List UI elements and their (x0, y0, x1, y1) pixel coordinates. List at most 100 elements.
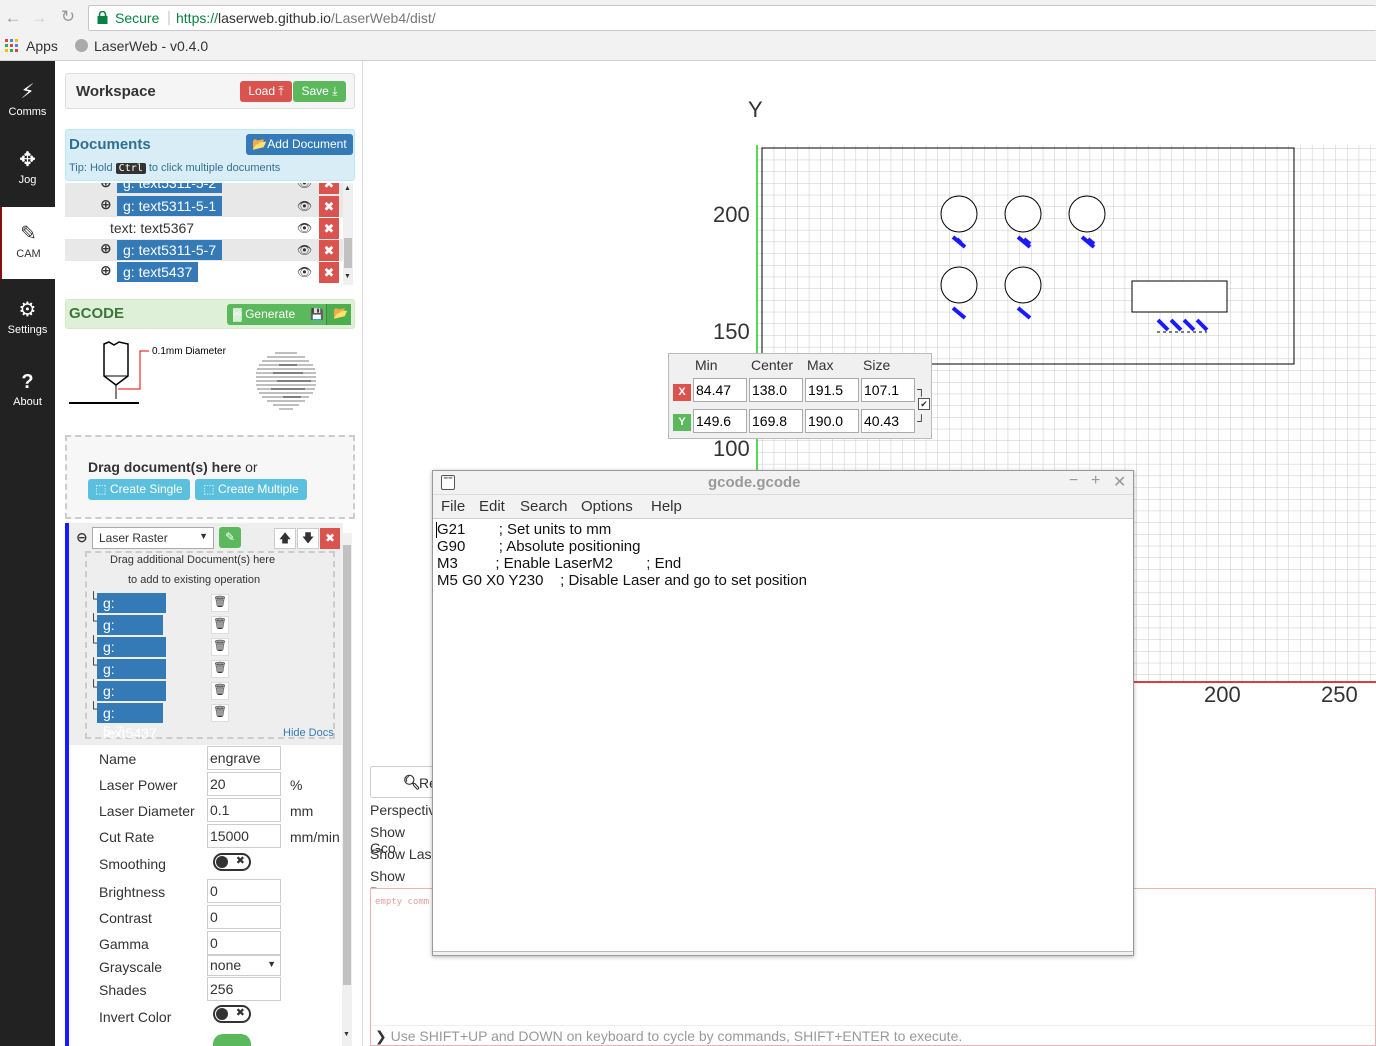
editor-titlebar[interactable]: ≡≡ gcode.gcode − + ✕ (433, 471, 1133, 495)
trash-icon[interactable]: 🗑 (211, 660, 229, 678)
y-min-input[interactable] (693, 409, 747, 433)
reload-icon[interactable]: ↻ (59, 7, 77, 27)
bookmark-apps[interactable]: Apps (26, 38, 58, 54)
menu-file[interactable]: File (441, 498, 465, 515)
bookmark-laserweb[interactable]: LaserWeb - v0.4.0 (94, 38, 210, 54)
menu-help[interactable]: Help (651, 498, 682, 515)
maximize-icon[interactable]: + (1091, 472, 1100, 490)
sidebar-item-jog[interactable]: ✥ Jog (0, 133, 55, 205)
url-text[interactable]: https://laserweb.github.io/LaserWeb4/dis… (176, 10, 436, 26)
apps-grid-icon[interactable] (5, 39, 19, 53)
expand-icon[interactable]: ⊕ (100, 240, 112, 257)
expand-icon[interactable]: ⊕ (100, 196, 112, 213)
document-tag[interactable]: g: text5311-5-2 (117, 183, 223, 193)
remove-document-button[interactable]: ✖ (319, 196, 339, 217)
create-single-button[interactable]: ⬚ Create Single (88, 479, 190, 500)
menu-edit[interactable]: Edit (479, 498, 505, 515)
laser-diameter-input[interactable] (207, 798, 281, 822)
create-multiple-button[interactable]: ⬚ Create Multiple (195, 479, 307, 500)
cut-rate-input[interactable] (207, 824, 281, 848)
y-size-input[interactable] (861, 409, 915, 433)
floppy-icon[interactable]: 💾 (310, 308, 324, 321)
sidebar-item-settings[interactable]: ⚙ Settings (0, 281, 55, 353)
partial-toggle[interactable] (213, 1034, 251, 1046)
scroll-up-icon[interactable]: ▲ (344, 185, 351, 192)
load-button[interactable]: Load ⤒ (240, 81, 292, 102)
gamma-input[interactable] (207, 931, 281, 955)
invert-color-toggle[interactable]: ✖ (213, 1005, 251, 1023)
name-input[interactable] (207, 746, 281, 770)
edit-operation-button[interactable]: ✎ (219, 527, 241, 548)
scroll-thumb[interactable] (343, 545, 351, 985)
drop-zone[interactable]: Drag document(s) here or ⬚ Create Single… (65, 435, 355, 519)
operation-type-select[interactable]: Laser Raster ▼ (92, 527, 214, 549)
list-item[interactable]: ⊕ g: text5311-5-2 👁 ✖ (65, 183, 343, 195)
smoothing-toggle[interactable]: ✖ (213, 853, 251, 871)
trash-icon[interactable]: 🗑 (211, 704, 229, 722)
trash-icon[interactable]: 🗑 (211, 616, 229, 634)
add-document-button[interactable]: 📂Add Document (246, 134, 353, 155)
operation-doc-tag[interactable]: g: text5311-5-2 (97, 637, 167, 695)
remove-operation-button[interactable]: ✖ (320, 528, 340, 549)
list-item[interactable]: ⊕ g: text5437 👁 ✖ (65, 261, 343, 283)
sidebar-item-comms[interactable]: ⚡ Comms (0, 61, 55, 133)
document-tag[interactable]: g: text5311-5-1 (117, 196, 223, 216)
reset-view-button[interactable]: 🔍︎ Re (370, 766, 440, 798)
remove-document-button[interactable]: ✖ (319, 183, 339, 194)
laser-power-input[interactable] (207, 772, 281, 796)
show-laser-toggle[interactable]: Show Las (370, 846, 431, 862)
remove-document-button[interactable]: ✖ (319, 240, 339, 261)
perspective-toggle[interactable]: Perspectiv (370, 802, 435, 818)
sidebar-item-cam[interactable]: ✎ CAM (0, 207, 55, 279)
y-max-input[interactable] (805, 409, 859, 433)
y-center-input[interactable] (749, 409, 803, 433)
x-min-input[interactable] (693, 378, 747, 402)
operation-doc-tag[interactable]: g: text5437 (97, 703, 163, 741)
editor-text-area[interactable]: G21 ; Set units to mm G90 ; Absolute pos… (433, 519, 1133, 951)
document-tag[interactable]: g: text5311-5-7 (117, 240, 223, 260)
contrast-input[interactable] (207, 905, 281, 929)
remove-document-button[interactable]: ✖ (319, 218, 339, 239)
collapse-icon[interactable]: ⊖ (76, 529, 88, 546)
eye-icon[interactable]: 👁 (297, 243, 312, 257)
eye-icon[interactable]: 👁 (297, 221, 312, 235)
menu-options[interactable]: Options (581, 498, 633, 515)
close-window-icon[interactable]: ✕ (1113, 472, 1126, 492)
brightness-input[interactable] (207, 879, 281, 903)
open-folder-button[interactable]: 📂 (326, 304, 351, 325)
sidebar-item-about[interactable]: ? About (0, 355, 55, 427)
hide-docs-link[interactable]: Hide Docs (283, 727, 334, 739)
forward-arrow-icon[interactable]: → (30, 8, 48, 28)
scroll-thumb[interactable] (344, 238, 352, 268)
x-size-input[interactable] (861, 378, 915, 402)
list-item[interactable]: text: text5367 👁 ✖ (65, 217, 343, 239)
trash-icon[interactable]: 🗑 (211, 594, 229, 612)
address-bar[interactable]: Secure | https://laserweb.github.io/Lase… (88, 5, 1376, 31)
move-down-button[interactable]: 🡇 (297, 528, 319, 549)
grayscale-select[interactable]: none ▼ (207, 955, 281, 976)
back-arrow-icon[interactable]: ← (4, 8, 22, 28)
document-tag[interactable]: g: text5437 (117, 262, 199, 282)
expand-icon[interactable]: ⊕ (100, 183, 112, 191)
operation-doc-tag[interactable]: g: text5333 (97, 615, 163, 653)
console-input[interactable]: ❯ Use SHIFT+UP and DOWN on keyboard to c… (371, 1025, 1375, 1045)
shades-input[interactable] (207, 977, 281, 1001)
remove-document-button[interactable]: ✖ (319, 262, 339, 283)
list-item[interactable]: ⊕ g: text5311-5-7 👁 ✖ (65, 239, 343, 261)
trash-icon[interactable]: 🗑 (211, 682, 229, 700)
x-center-input[interactable] (749, 378, 803, 402)
operation-doc-tag[interactable]: g: text5311-5 (97, 593, 167, 651)
minimize-icon[interactable]: − (1069, 472, 1078, 490)
expand-icon[interactable]: ⊕ (100, 262, 112, 279)
eye-icon[interactable]: 👁 (297, 199, 312, 213)
eye-icon[interactable]: 👁 (297, 265, 312, 279)
save-button[interactable]: Save ⤓ (293, 81, 346, 102)
scroll-down-icon[interactable]: ▼ (344, 273, 351, 280)
move-up-button[interactable]: 🡅 (274, 528, 296, 549)
document-scrollbar[interactable]: ▲ ▼ (343, 183, 353, 285)
lock-ratio-checkbox[interactable]: ✔ (918, 398, 930, 410)
operation-doc-tag[interactable]: g: text5311-5-1 (97, 659, 167, 717)
menu-search[interactable]: Search (520, 498, 568, 515)
operation-doc-tag[interactable]: g: text5311-5-7 (97, 681, 167, 739)
document-text-label[interactable]: text: text5367 (110, 220, 194, 236)
